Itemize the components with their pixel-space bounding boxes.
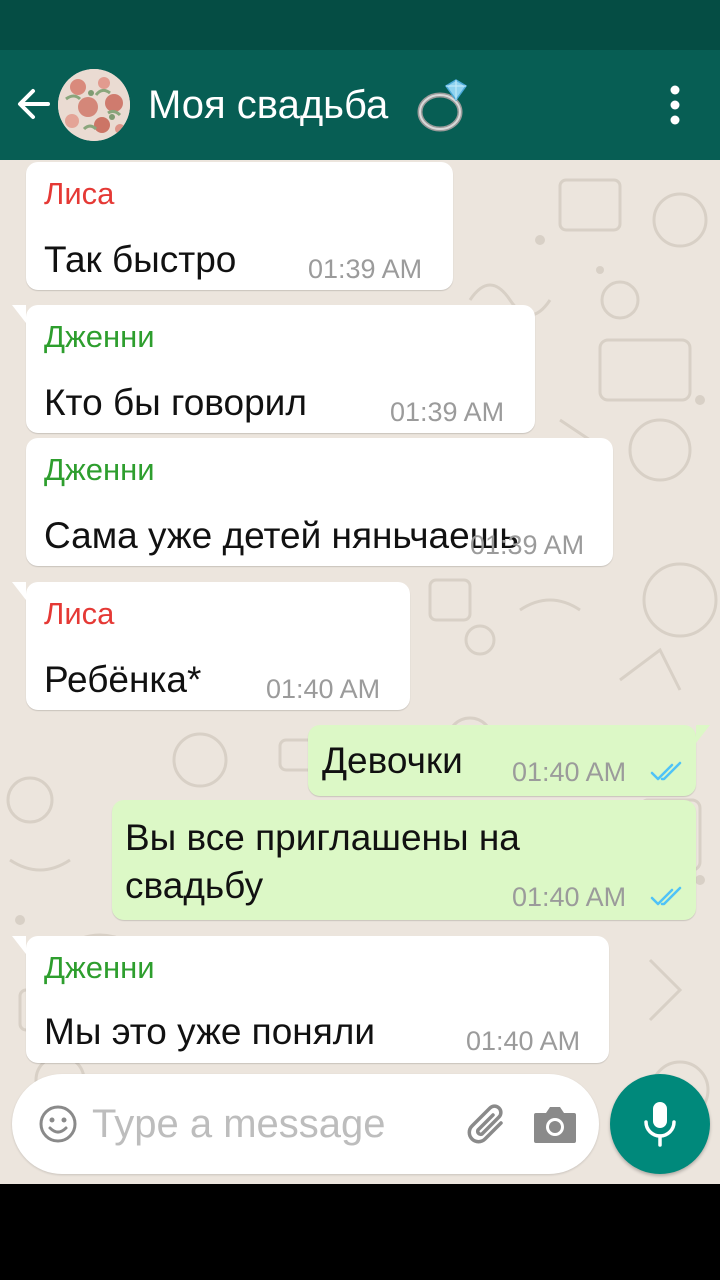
bubble-tail: [12, 936, 26, 954]
paperclip-icon[interactable]: [467, 1101, 511, 1149]
bubble-tail: [12, 582, 26, 600]
message-bubble-incoming[interactable]: Лиса Ребёнка* 01:40 AM: [12, 582, 410, 710]
message-bubble-incoming[interactable]: Дженни Мы это уже поняли 01:40 AM: [12, 936, 609, 1063]
message-text-line-1: Вы все приглашены на: [125, 817, 520, 858]
mic-icon: [644, 1102, 676, 1147]
camera-icon[interactable]: [532, 1103, 578, 1145]
message-bubble-incoming[interactable]: Дженни Сама уже детей няньчаешь 01:39 AM: [26, 438, 613, 566]
message-bubble-incoming[interactable]: Дженни Кто бы говорил 01:39 AM: [12, 305, 535, 433]
voice-record-button[interactable]: [610, 1074, 710, 1174]
bubble-tail: [696, 725, 710, 743]
message-bubble-outgoing[interactable]: Вы все приглашены на свадьбу 01:40 AM: [112, 800, 696, 920]
message-sender: Лиса: [44, 596, 115, 631]
message-time: 01:40 AM: [266, 674, 381, 704]
message-input[interactable]: [92, 1096, 452, 1152]
message-text: Так быстро: [44, 239, 237, 280]
message-text: Ребёнка*: [44, 659, 202, 700]
system-nav-bar: [0, 1184, 720, 1280]
ring-icon: [417, 79, 468, 132]
read-ticks-icon: [650, 761, 682, 781]
message-text: Мы это уже поняли: [44, 1011, 376, 1052]
arrow-left-icon[interactable]: [14, 84, 54, 124]
message-text-line-2: свадьбу: [125, 865, 264, 906]
message-time: 01:39 AM: [470, 530, 585, 560]
more-vert-icon[interactable]: [660, 84, 690, 126]
message-time: 01:40 AM: [512, 757, 627, 787]
message-time: 01:39 AM: [390, 397, 505, 427]
message-text: Кто бы говорил: [44, 382, 307, 423]
chat-title[interactable]: Моя свадьба: [148, 80, 388, 130]
bubble-tail: [12, 305, 26, 323]
floral-avatar-image: [58, 69, 130, 141]
read-ticks-icon: [650, 886, 682, 906]
message-text: Девочки: [322, 740, 463, 781]
message-sender: Дженни: [44, 950, 155, 985]
message-time: 01:39 AM: [308, 254, 423, 284]
message-composer[interactable]: [12, 1074, 599, 1174]
message-sender: Дженни: [44, 319, 155, 354]
message-time: 01:40 AM: [466, 1026, 581, 1056]
chat-header: Моя свадьба: [0, 50, 720, 160]
message-sender: Лиса: [44, 176, 115, 211]
status-bar: [0, 0, 720, 50]
message-text: Сама уже детей няньчаешь: [44, 515, 519, 556]
message-bubble-incoming[interactable]: Лиса Так быстро 01:39 AM: [26, 162, 453, 290]
group-avatar[interactable]: [58, 69, 130, 141]
message-time: 01:40 AM: [512, 882, 627, 912]
message-bubble-outgoing[interactable]: Девочки 01:40 AM: [308, 725, 710, 796]
message-sender: Дженни: [44, 452, 155, 487]
chat-area[interactable]: Лиса Так быстро 01:39 AM Дженни Кто бы г…: [0, 160, 720, 1184]
emoji-icon[interactable]: [38, 1104, 78, 1144]
